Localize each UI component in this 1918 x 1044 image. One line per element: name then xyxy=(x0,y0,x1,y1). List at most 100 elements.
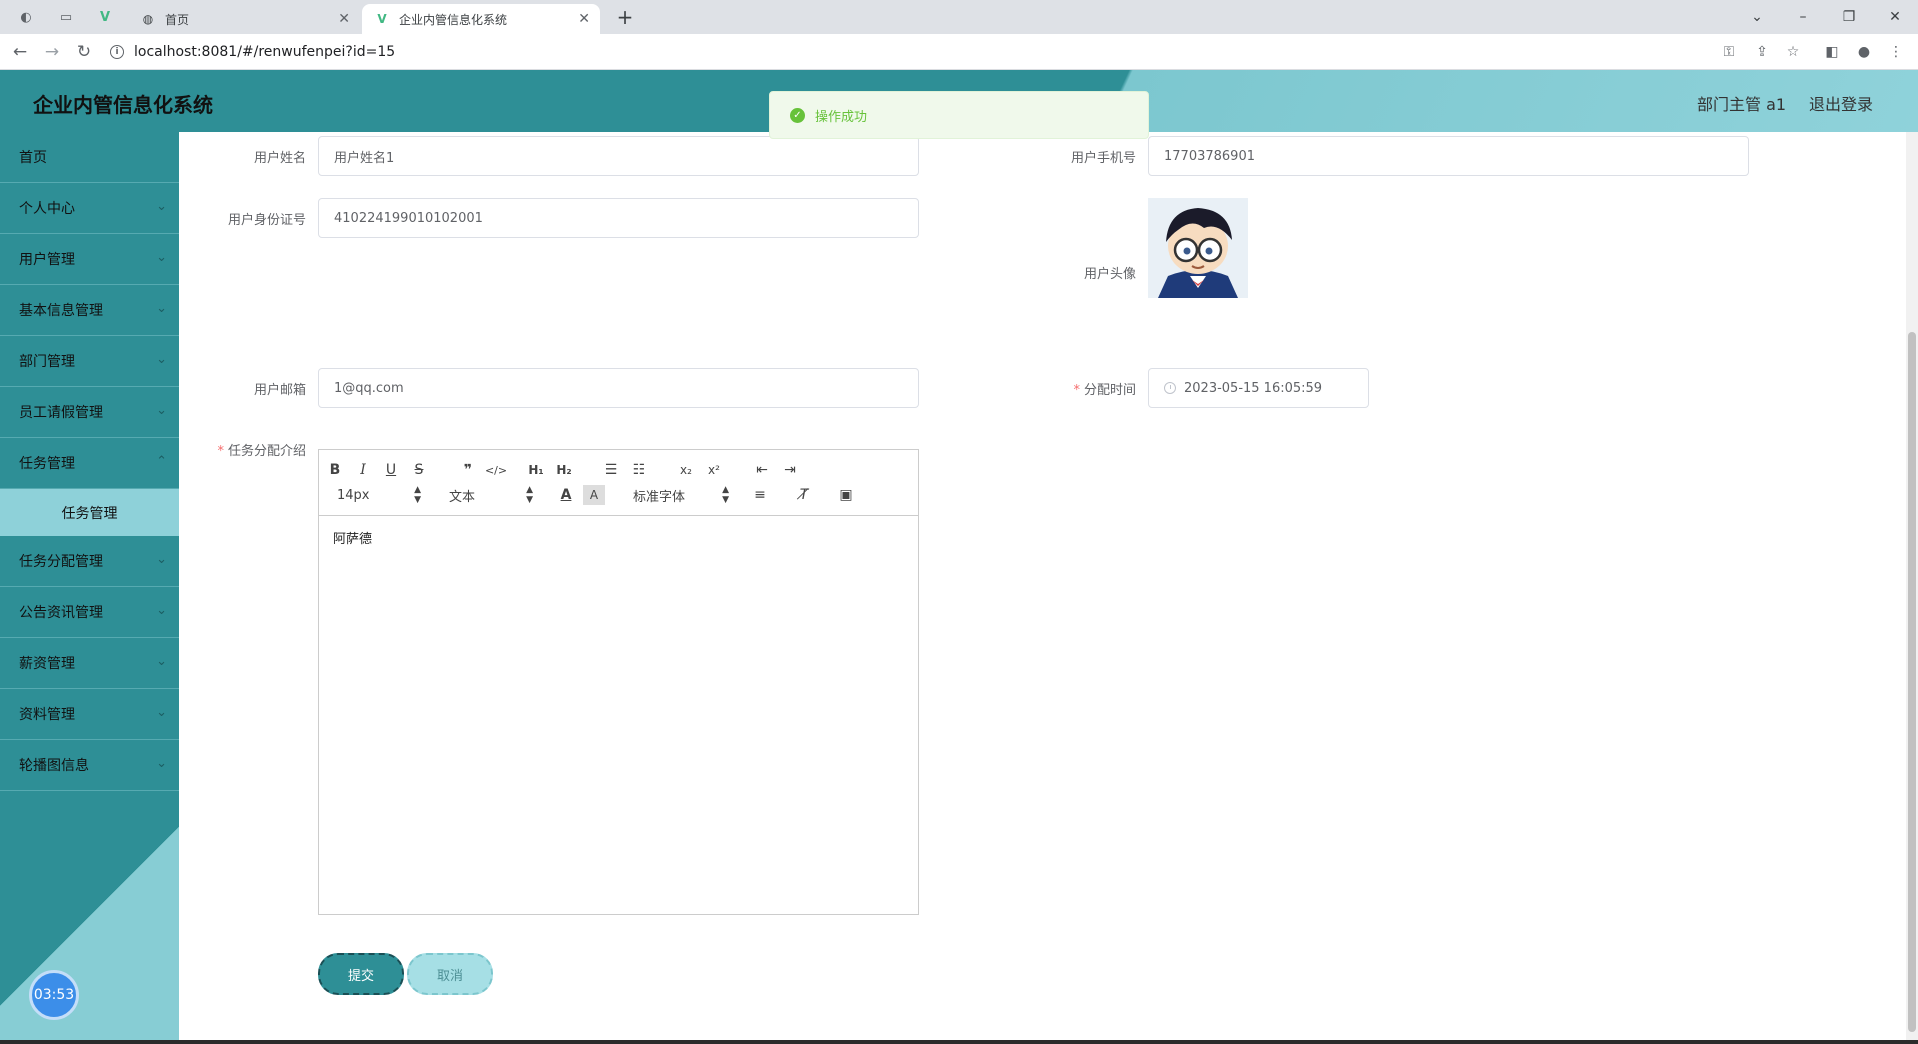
sidebar-subitem-tasks[interactable]: 任务管理 xyxy=(0,489,179,536)
restore-icon[interactable]: ❐ xyxy=(1826,4,1872,30)
sidebar-item-announcements[interactable]: 公告资讯管理 ⌄ xyxy=(0,587,179,638)
chevron-down-icon: ⌄ xyxy=(156,199,167,214)
sidebar-item-basic-info[interactable]: 基本信息管理 ⌄ xyxy=(0,285,179,336)
globe-icon: ◍ xyxy=(142,12,154,26)
ordered-list-icon[interactable]: ☰ xyxy=(600,460,622,480)
select-arrows-icon: ▲ ▼ xyxy=(722,485,729,505)
sidebar-item-task-assign[interactable]: 任务分配管理 ⌄ xyxy=(0,536,179,587)
heading2-icon[interactable]: H₂ xyxy=(553,460,575,480)
superscript-icon[interactable]: x² xyxy=(703,460,725,480)
task-intro-label: * 任务分配介绍 xyxy=(217,444,306,459)
taskbar-strip xyxy=(0,1040,1918,1044)
forward-icon[interactable]: → xyxy=(40,40,64,64)
blank-tab-icon[interactable]: ▭ xyxy=(56,7,76,27)
close-tab-icon[interactable]: ✕ xyxy=(338,11,350,27)
sidebar-item-home[interactable]: 首页 xyxy=(0,132,179,183)
submit-button[interactable]: 提交 xyxy=(318,953,404,995)
logout-link[interactable]: 退出登录 xyxy=(1809,91,1873,115)
chevron-down-icon: ⌄ xyxy=(156,301,167,316)
clock-badge: 03:53 xyxy=(29,970,79,1020)
assign-time-label: * 分配时间 xyxy=(1073,383,1136,398)
code-block-icon[interactable]: </> xyxy=(485,460,507,480)
idcard-input[interactable]: 410224199010102001 xyxy=(318,198,919,238)
clock-icon xyxy=(1164,382,1176,394)
required-mark: * xyxy=(1073,383,1080,398)
sidebar-item-documents[interactable]: 资料管理 ⌄ xyxy=(0,689,179,740)
strikethrough-icon[interactable]: S xyxy=(408,460,430,480)
chrome-tab-icon[interactable]: ◐ xyxy=(16,7,36,27)
minimize-icon[interactable]: – xyxy=(1780,4,1826,30)
sidebar-item-personal[interactable]: 个人中心 ⌄ xyxy=(0,183,179,234)
tab-home[interactable]: ◍ 首页 ✕ xyxy=(128,4,360,34)
heading1-icon[interactable]: H₁ xyxy=(525,460,547,480)
url-field[interactable]: i localhost:8081/#/renwufenpei?id=15 xyxy=(110,40,395,64)
editor-content[interactable]: 阿萨德 xyxy=(319,516,918,559)
back-icon[interactable]: ← xyxy=(8,40,32,64)
chevron-down-icon: ⌄ xyxy=(156,756,167,771)
indent-icon[interactable]: ⇥ xyxy=(779,460,801,480)
side-panel-icon[interactable]: ◧ xyxy=(1822,42,1842,62)
idcard-label: 用户身份证号 xyxy=(227,213,306,228)
sidebar: 首页 个人中心 ⌄ 用户管理 ⌄ 基本信息管理 ⌄ 部门管理 ⌄ 员工请假管理 … xyxy=(0,132,179,1044)
subscript-icon[interactable]: x₂ xyxy=(675,460,697,480)
success-toast: ✓ 操作成功 xyxy=(769,91,1149,139)
required-mark: * xyxy=(217,444,224,459)
browser-tab-bar: ◐ ▭ V ◍ 首页 ✕ V 企业内管信息化系统 ✕ + ⌄ – ❐ ✕ xyxy=(0,0,1918,34)
assign-time-picker[interactable]: 2023-05-15 16:05:59 xyxy=(1148,368,1369,408)
app-title: 企业内管信息化系统 xyxy=(33,93,213,117)
block-format-select[interactable]: 文本 ▲ ▼ xyxy=(449,485,533,505)
share-icon[interactable]: ⇪ xyxy=(1752,42,1772,62)
close-tab-icon[interactable]: ✕ xyxy=(578,11,590,27)
page-scrollbar[interactable] xyxy=(1906,132,1918,1040)
sidebar-item-leave[interactable]: 员工请假管理 ⌄ xyxy=(0,387,179,438)
font-family-select[interactable]: 标准字体 ▲ ▼ xyxy=(633,485,729,505)
chevron-down-icon: ⌄ xyxy=(156,403,167,418)
current-user: 部门主管 a1 xyxy=(1697,95,1787,114)
key-icon[interactable]: ⚿ xyxy=(1719,42,1739,62)
menu-kebab-icon[interactable]: ⋮ xyxy=(1886,42,1906,62)
tab-system[interactable]: V 企业内管信息化系统 ✕ xyxy=(362,4,600,34)
rich-text-editor: B I U S ❞ </> H₁ H₂ ☰ ☷ x₂ x² ⇤ ⇥ 14px ▲… xyxy=(318,449,919,915)
address-bar: ← → ↻ i localhost:8081/#/renwufenpei?id=… xyxy=(0,34,1918,70)
scrollbar-thumb[interactable] xyxy=(1908,332,1916,1032)
sidebar-item-salary[interactable]: 薪资管理 ⌄ xyxy=(0,638,179,689)
font-size-select[interactable]: 14px ▲ ▼ xyxy=(337,485,421,505)
chevron-down-icon: ⌄ xyxy=(156,352,167,367)
vue-tab-icon[interactable]: V xyxy=(95,7,115,27)
cancel-button[interactable]: 取消 xyxy=(407,953,493,995)
avatar[interactable] xyxy=(1148,198,1248,298)
vue-logo-icon: V xyxy=(377,12,387,26)
close-window-icon[interactable]: ✕ xyxy=(1872,4,1918,30)
blockquote-icon[interactable]: ❞ xyxy=(457,460,479,480)
chevron-down-icon: ⌄ xyxy=(156,654,167,669)
bookmark-star-icon[interactable]: ☆ xyxy=(1783,42,1803,62)
bold-icon[interactable]: B xyxy=(324,460,346,480)
email-input[interactable]: 1@qq.com xyxy=(318,368,919,408)
profile-icon[interactable]: ● xyxy=(1854,42,1874,62)
text-color-icon[interactable]: A xyxy=(555,485,577,505)
sidebar-item-users[interactable]: 用户管理 ⌄ xyxy=(0,234,179,285)
chevron-down-icon: ⌄ xyxy=(156,250,167,265)
italic-icon[interactable]: I xyxy=(352,460,374,480)
background-color-icon[interactable]: A xyxy=(583,485,605,505)
site-info-icon[interactable]: i xyxy=(110,45,124,59)
phone-input[interactable]: 17703786901 xyxy=(1148,136,1749,176)
sidebar-decoration xyxy=(0,789,179,1044)
new-tab-button[interactable]: + xyxy=(615,5,635,29)
chevron-down-icon: ⌄ xyxy=(156,705,167,720)
image-icon[interactable]: ▣ xyxy=(835,485,857,505)
outdent-icon[interactable]: ⇤ xyxy=(751,460,773,480)
clear-format-icon[interactable]: T̸ xyxy=(793,485,815,505)
align-left-icon[interactable]: ≡ xyxy=(749,485,771,505)
phone-label: 用户手机号 xyxy=(1070,151,1136,166)
select-arrows-icon: ▲ ▼ xyxy=(526,485,533,505)
reload-icon[interactable]: ↻ xyxy=(72,40,96,64)
tab-search-icon[interactable]: ⌄ xyxy=(1734,4,1780,30)
bullet-list-icon[interactable]: ☷ xyxy=(628,460,650,480)
underline-icon[interactable]: U xyxy=(380,460,402,480)
sidebar-item-carousel[interactable]: 轮播图信息 ⌄ xyxy=(0,740,179,791)
email-label: 用户邮箱 xyxy=(253,383,306,398)
sidebar-item-tasks[interactable]: 任务管理 ⌃ xyxy=(0,438,179,489)
sidebar-item-departments[interactable]: 部门管理 ⌄ xyxy=(0,336,179,387)
username-input[interactable]: 用户姓名1 xyxy=(318,136,919,176)
